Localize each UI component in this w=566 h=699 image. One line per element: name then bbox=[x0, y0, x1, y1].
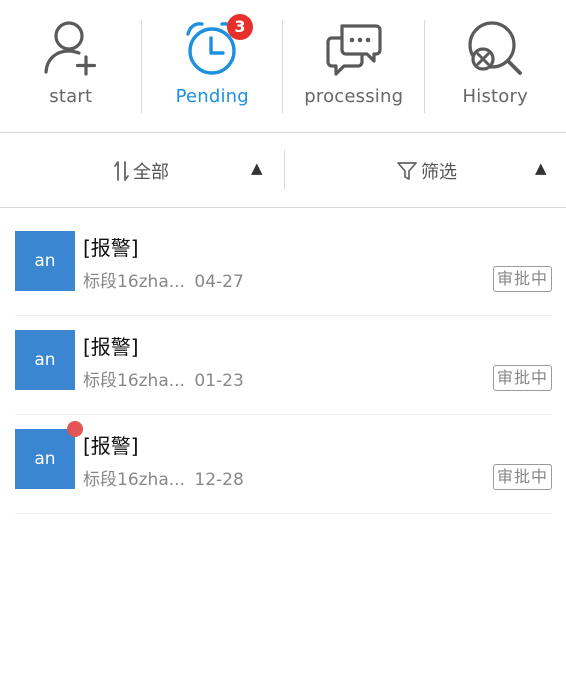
filter-toggle-arrow[interactable]: ▲ bbox=[535, 159, 547, 177]
tab-history[interactable]: History bbox=[425, 0, 566, 133]
item-subtitle-text: 标段16zha... bbox=[83, 371, 185, 391]
item-title: [报警] bbox=[83, 236, 139, 260]
item-date: 01-23 bbox=[194, 371, 244, 391]
status-badge: 审批中 bbox=[492, 266, 552, 292]
item-subtitle-text: 标段16zha... bbox=[83, 272, 185, 292]
filter-divider bbox=[284, 150, 285, 190]
avatar: an bbox=[15, 330, 75, 390]
avatar: an bbox=[15, 429, 75, 489]
item-title: [报警] bbox=[83, 335, 139, 359]
tab-history-label: History bbox=[462, 86, 528, 107]
sort-toggle-arrow[interactable]: ▲ bbox=[251, 159, 263, 177]
item-subtitle: 标段16zha... 01-23 bbox=[83, 366, 244, 391]
filter-bar: 全部 ▲ 筛选 ▲ bbox=[0, 133, 566, 208]
task-list: an [报警] 标段16zha... 04-27 审批中 an [报警] 标段1… bbox=[15, 217, 552, 514]
tab-pending-label: Pending bbox=[175, 86, 249, 107]
search-history-icon bbox=[468, 21, 523, 75]
chat-bubbles-icon bbox=[326, 24, 382, 76]
list-item[interactable]: an [报警] 标段16zha... 04-27 审批中 bbox=[15, 217, 552, 316]
add-user-icon bbox=[44, 21, 96, 76]
status-badge: 审批中 bbox=[492, 365, 552, 391]
sort-label: 全部 bbox=[133, 162, 169, 183]
tab-processing[interactable]: processing bbox=[283, 0, 425, 133]
item-subtitle: 标段16zha... 12-28 bbox=[83, 465, 244, 490]
list-item[interactable]: an [报警] 标段16zha... 12-28 审批中 bbox=[15, 415, 552, 514]
filter-label: 筛选 bbox=[421, 162, 457, 183]
tab-processing-label: processing bbox=[304, 86, 404, 107]
sort-dropdown[interactable]: 全部 bbox=[114, 157, 169, 185]
unread-dot bbox=[67, 421, 83, 437]
item-title: [报警] bbox=[83, 434, 139, 458]
filter-funnel-icon bbox=[397, 162, 417, 180]
filter-dropdown[interactable]: 筛选 bbox=[396, 157, 457, 185]
tab-start[interactable]: start bbox=[0, 0, 142, 133]
status-badge: 审批中 bbox=[492, 464, 552, 490]
item-subtitle: 标段16zha... 04-27 bbox=[83, 267, 244, 292]
sort-icon bbox=[114, 161, 129, 181]
tab-start-label: start bbox=[49, 86, 93, 107]
top-tab-bar: start Pending processing History bbox=[0, 0, 566, 133]
list-item[interactable]: an [报警] 标段16zha... 01-23 审批中 bbox=[15, 316, 552, 415]
tab-pending[interactable]: Pending bbox=[142, 0, 283, 133]
item-subtitle-text: 标段16zha... bbox=[83, 470, 185, 490]
pending-count-badge: 3 bbox=[227, 14, 253, 40]
item-date: 12-28 bbox=[194, 470, 244, 490]
item-date: 04-27 bbox=[194, 272, 244, 292]
avatar: an bbox=[15, 231, 75, 291]
